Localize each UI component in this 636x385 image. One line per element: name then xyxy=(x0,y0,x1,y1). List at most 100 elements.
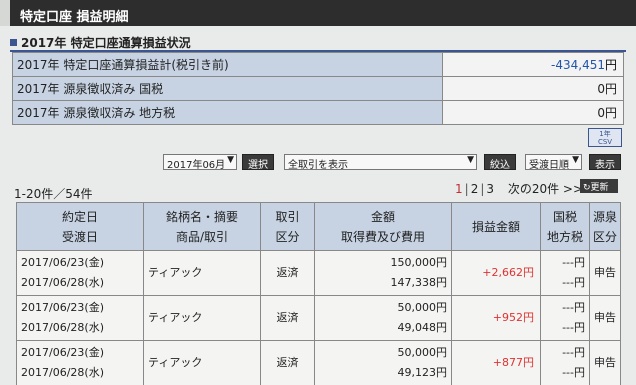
refresh-icon: ↻ xyxy=(583,183,591,193)
source-cell: 申告 xyxy=(589,340,621,385)
pl-detail-table: 約定日受渡日 銘柄名・摘要 商品/取引 取引区分 金額取得費及び費用 損益金額 国… xyxy=(16,202,621,385)
col-header-pl: 損益金額 xyxy=(451,202,541,251)
source-cell: 申告 xyxy=(589,295,621,341)
summary-label: 2017年 源泉徴収済み 地方税 xyxy=(12,100,443,125)
local-tax-value: 0 xyxy=(597,106,605,120)
summary-label: 2017年 特定口座通算損益計(税引き前) xyxy=(12,52,443,77)
sort-order-value: 受渡日順 xyxy=(529,160,569,170)
national-tax: ---円 xyxy=(562,346,585,359)
col-header-kind-2: 区分 xyxy=(275,229,300,244)
cost: 49,123円 xyxy=(397,366,448,379)
trade-type-select[interactable]: 全取引を表示 ▼ xyxy=(284,154,477,170)
trade-date: 2017/06/23(金) xyxy=(21,301,104,314)
trade-date: 2017/06/23(金) xyxy=(21,256,104,269)
csv-year-label: 1年 xyxy=(599,130,611,138)
section-title: 2017年 特定口座通算損益状況 xyxy=(10,34,191,51)
amount-cell: 150,000円 147,338円 xyxy=(314,250,452,296)
select-button[interactable]: 選択 xyxy=(242,154,274,171)
trade-kind-cell: 返済 xyxy=(260,295,315,341)
table-row: 2017/06/23(金) 2017/06/28(水) ティアック 返済 150,… xyxy=(16,250,621,296)
col-header-source: 源泉 区分 xyxy=(589,202,621,251)
trade-kind-cell: 返済 xyxy=(260,250,315,296)
csv-download-button[interactable]: 1年 CSV xyxy=(588,128,622,147)
table-header-row: 約定日受渡日 銘柄名・摘要 商品/取引 取引区分 金額取得費及び費用 損益金額 国… xyxy=(16,202,621,251)
next-page-link[interactable]: 次の20件 >> xyxy=(508,182,583,196)
col-header-name-2: 商品/取引 xyxy=(175,229,229,244)
csv-label: CSV xyxy=(597,138,613,146)
page-separator: | xyxy=(480,182,485,196)
date-cell: 2017/06/23(金) 2017/06/28(水) xyxy=(16,250,144,296)
summary-row-local-tax: 2017年 源泉徴収済み 地方税 0円 xyxy=(12,100,624,125)
yen-unit: 円 xyxy=(604,106,617,120)
col-header-name: 銘柄名・摘要 商品/取引 xyxy=(143,202,261,251)
settle-date: 2017/06/28(水) xyxy=(21,366,104,379)
amount-cell: 50,000円 49,048円 xyxy=(314,295,452,341)
local-tax: ---円 xyxy=(562,366,585,379)
yen-unit: 円 xyxy=(604,82,617,96)
stock-name-cell[interactable]: ティアック xyxy=(143,340,261,385)
national-tax: ---円 xyxy=(562,301,585,314)
col-header-source-2: 区分 xyxy=(592,229,617,244)
table-row: 2017/06/23(金) 2017/06/28(水) ティアック 返済 50,0… xyxy=(16,295,621,341)
national-tax-value: 0 xyxy=(597,82,605,96)
col-header-amount-1: 金額 xyxy=(370,209,395,224)
amount-cell: 50,000円 49,123円 xyxy=(314,340,452,385)
filter-bar: 2017年06月 ▼ 選択 全取引を表示 ▼ 絞込 受渡日順 ▼ 表示 xyxy=(0,154,636,172)
summary-value: -434,451円 xyxy=(442,52,624,77)
cost: 49,048円 xyxy=(397,321,448,334)
page-separator: | xyxy=(464,182,469,196)
stock-name-cell[interactable]: ティアック xyxy=(143,295,261,341)
display-button[interactable]: 表示 xyxy=(589,154,621,171)
summary-value: 0円 xyxy=(442,100,624,125)
pagination: 1 | 2 | 3 次の20件 >> xyxy=(455,180,583,197)
amount: 50,000円 xyxy=(397,346,448,359)
summary-label: 2017年 源泉徴収済み 国税 xyxy=(12,76,443,101)
settle-date: 2017/06/28(水) xyxy=(21,276,104,289)
summary-row-total: 2017年 特定口座通算損益計(税引き前) -434,451円 xyxy=(12,52,624,77)
col-header-tax-1: 国税 xyxy=(552,209,577,224)
tax-cell: ---円 ---円 xyxy=(540,340,590,385)
pl-cell: +952円 xyxy=(451,295,541,341)
sort-order-select[interactable]: 受渡日順 ▼ xyxy=(525,154,582,170)
refresh-button[interactable]: ↻更新 xyxy=(580,179,618,193)
pl-cell: +877円 xyxy=(451,340,541,385)
tax-cell: ---円 ---円 xyxy=(540,250,590,296)
amount: 150,000円 xyxy=(390,256,448,269)
col-header-dates: 約定日 受渡日 xyxy=(16,202,144,251)
date-cell: 2017/06/23(金) 2017/06/28(水) xyxy=(16,340,144,385)
local-tax: ---円 xyxy=(562,276,585,289)
chevron-down-icon: ▼ xyxy=(467,155,474,165)
local-tax: ---円 xyxy=(562,321,585,334)
stock-name-cell[interactable]: ティアック xyxy=(143,250,261,296)
col-header-name-1: 銘柄名・摘要 xyxy=(165,209,238,224)
col-header-amount-2: 取得費及び費用 xyxy=(340,229,425,244)
settle-date: 2017/06/28(水) xyxy=(21,321,104,334)
section-title-text: 2017年 特定口座通算損益状況 xyxy=(21,36,191,50)
summary-table: 2017年 特定口座通算損益計(税引き前) -434,451円 2017年 源泉… xyxy=(12,52,624,125)
source-cell: 申告 xyxy=(589,250,621,296)
page-1-link[interactable]: 1 xyxy=(455,182,463,196)
col-header-trade-date: 約定日 xyxy=(61,209,98,224)
table-row: 2017/06/23(金) 2017/06/28(水) ティアック 返済 50,0… xyxy=(16,340,621,385)
col-header-tax-2: 地方税 xyxy=(546,229,583,244)
page-3-link[interactable]: 3 xyxy=(486,182,494,196)
month-select[interactable]: 2017年06月 ▼ xyxy=(163,154,237,170)
national-tax: ---円 xyxy=(562,256,585,269)
page-2-link[interactable]: 2 xyxy=(471,182,479,196)
narrow-button[interactable]: 絞込 xyxy=(484,154,516,171)
col-header-kind: 取引 区分 xyxy=(260,202,315,251)
pl-cell: +2,662円 xyxy=(451,250,541,296)
trade-kind-cell: 返済 xyxy=(260,340,315,385)
trade-type-value: 全取引を表示 xyxy=(288,160,348,170)
col-header-source-1: 源泉 xyxy=(592,209,617,224)
section-bullet-icon xyxy=(10,39,17,46)
col-header-settle-date: 受渡日 xyxy=(61,229,98,244)
total-pl-value: -434,451 xyxy=(551,58,605,72)
date-cell: 2017/06/23(金) 2017/06/28(水) xyxy=(16,295,144,341)
col-header-tax: 国税 地方税 xyxy=(540,202,590,251)
chevron-down-icon: ▼ xyxy=(227,155,234,165)
col-header-amount: 金額 取得費及び費用 xyxy=(314,202,452,251)
refresh-label: 更新 xyxy=(590,183,609,193)
chevron-down-icon: ▼ xyxy=(572,155,579,165)
col-header-kind-1: 取引 xyxy=(275,209,300,224)
